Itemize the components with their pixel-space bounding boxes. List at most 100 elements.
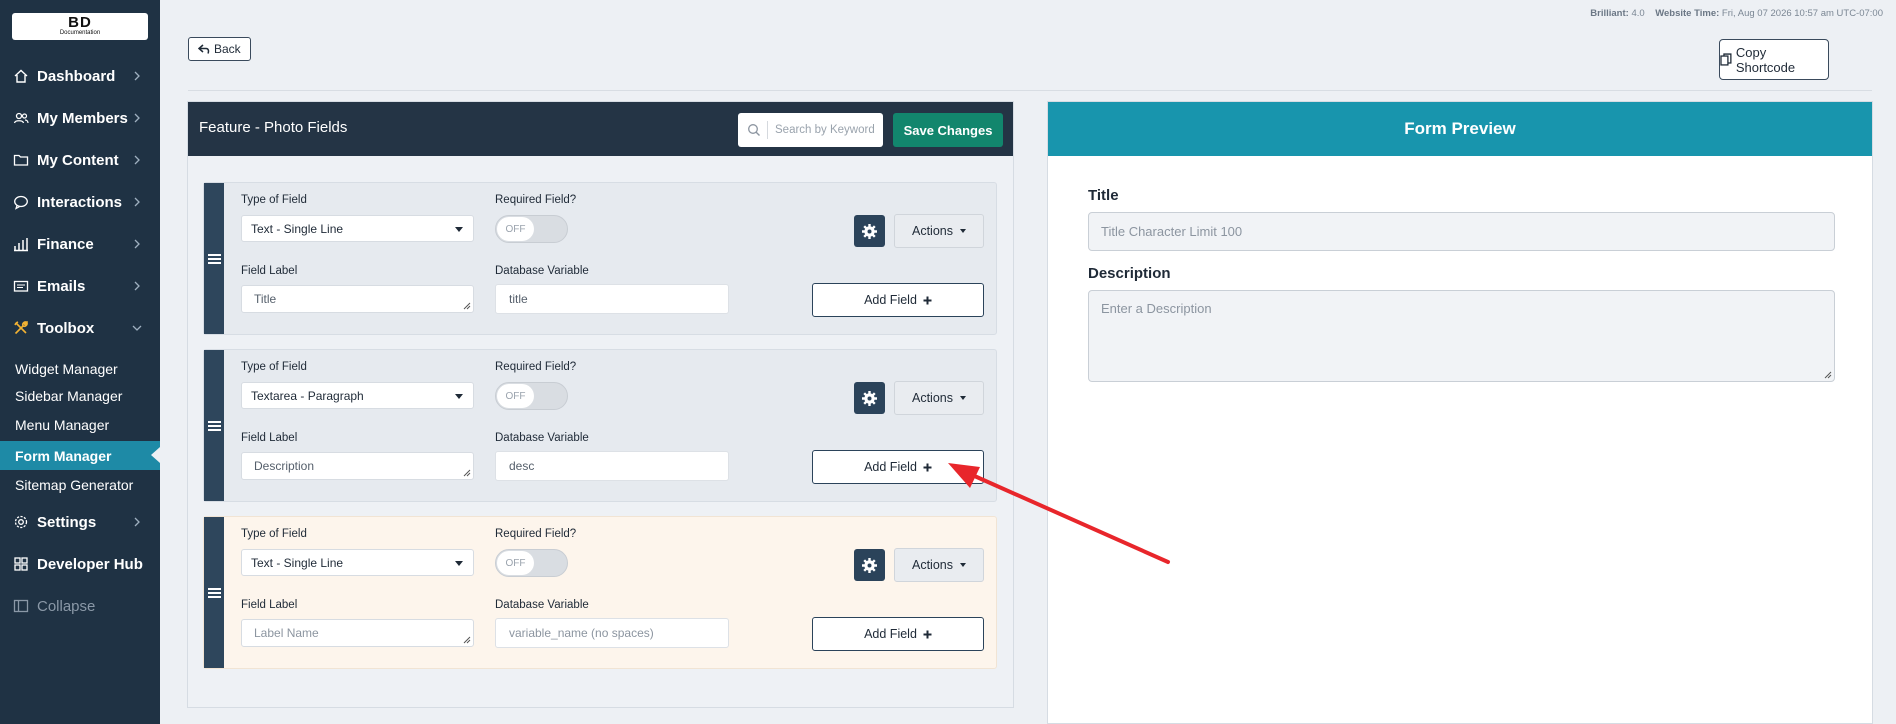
sidebar-item-label: Settings: [37, 513, 97, 531]
field-settings-button[interactable]: [854, 215, 885, 247]
sidebar-subitem-sidebar-manager[interactable]: Sidebar Manager: [0, 382, 160, 410]
copy-icon: [1720, 53, 1732, 66]
add-field-button[interactable]: Add Field: [812, 283, 984, 317]
chevron-right-icon: [134, 517, 140, 527]
sidebar-item-my-members[interactable]: My Members: [0, 101, 160, 135]
actions-label: Actions: [912, 224, 953, 238]
database-variable-input[interactable]: title: [495, 284, 729, 314]
add-field-label: Add Field: [864, 460, 917, 474]
resize-grip-icon: [463, 636, 471, 644]
toggle-knob: OFF: [497, 551, 534, 575]
chevron-right-icon: [134, 197, 140, 207]
copy-shortcode-button[interactable]: Copy Shortcode: [1719, 39, 1829, 80]
drag-handle[interactable]: [204, 517, 224, 668]
plus-icon: [923, 463, 932, 471]
sidebar-subitem-widget-manager[interactable]: Widget Manager: [0, 355, 160, 383]
database-variable-value: desc: [509, 459, 535, 473]
required-toggle[interactable]: OFF: [495, 215, 568, 243]
field-row-new: Type of Field Required Field? Text - Sin…: [203, 516, 997, 669]
tools-icon: [13, 320, 29, 336]
resize-grip-icon: [1824, 371, 1832, 379]
sidebar-item-label: My Content: [37, 151, 119, 169]
back-button[interactable]: Back: [188, 37, 251, 61]
search-input[interactable]: Search by Keyword: [738, 113, 883, 147]
toggle-knob: OFF: [497, 217, 534, 241]
divider: [188, 90, 1872, 91]
sidebar-item-dashboard[interactable]: Dashboard: [0, 59, 160, 93]
field-label-label: Field Label: [241, 265, 298, 277]
actions-dropdown[interactable]: Actions: [894, 381, 984, 415]
bar-chart-icon: [13, 236, 29, 252]
field-label-input[interactable]: Label Name: [241, 619, 474, 647]
caret-down-icon: [455, 561, 463, 566]
type-of-field-label: Type of Field: [241, 361, 307, 373]
sidebar-subitem-menu-manager[interactable]: Menu Manager: [0, 411, 160, 439]
logo[interactable]: BD Documentation: [12, 13, 148, 40]
sidebar-item-collapse[interactable]: Collapse: [0, 589, 160, 623]
field-settings-button[interactable]: [854, 382, 885, 414]
sidebar-subitem-form-manager[interactable]: Form Manager: [0, 441, 160, 470]
sidebar-item-my-content[interactable]: My Content: [0, 143, 160, 177]
sidebar-item-toolbox[interactable]: Toolbox: [0, 311, 160, 345]
actions-dropdown[interactable]: Actions: [894, 214, 984, 248]
field-type-value: Text - Single Line: [251, 221, 344, 236]
brilliant-label: Brilliant:: [1590, 8, 1629, 19]
chat-icon: [13, 194, 29, 210]
brilliant-value: 4.0: [1631, 8, 1645, 19]
drag-handle[interactable]: [204, 350, 224, 501]
form-preview-panel: Form Preview Title Title Character Limit…: [1047, 101, 1873, 724]
sidebar-item-developer-hub[interactable]: Developer Hub: [0, 547, 160, 581]
sidebar-item-settings[interactable]: Settings: [0, 505, 160, 539]
add-field-button[interactable]: Add Field: [812, 450, 984, 484]
sidebar-item-label: Finance: [37, 235, 94, 253]
field-row: Type of Field Required Field? Textarea -…: [203, 349, 997, 502]
field-label-label: Field Label: [241, 432, 298, 444]
field-type-select[interactable]: Text - Single Line: [241, 549, 474, 576]
sidebar-item-finance[interactable]: Finance: [0, 227, 160, 261]
search-placeholder: Search by Keyword: [775, 124, 875, 136]
search-icon: [748, 124, 760, 136]
field-settings-button[interactable]: [854, 549, 885, 581]
field-type-select[interactable]: Textarea - Paragraph: [241, 382, 474, 409]
field-label-input[interactable]: Description: [241, 452, 474, 480]
sidebar-item-label: Dashboard: [37, 67, 116, 85]
add-field-button[interactable]: Add Field: [812, 617, 984, 651]
drag-handle-icon: [207, 587, 221, 598]
chevron-down-icon: [132, 325, 142, 331]
preview-title-input[interactable]: Title Character Limit 100: [1088, 212, 1835, 251]
sidebar-subitem-sitemap-generator[interactable]: Sitemap Generator: [0, 471, 160, 499]
drag-handle[interactable]: [204, 183, 224, 334]
caret-down-icon: [960, 229, 966, 233]
chevron-right-icon: [134, 113, 140, 123]
form-preview-title: Form Preview: [1048, 102, 1872, 156]
save-changes-button[interactable]: Save Changes: [893, 113, 1003, 147]
caret-down-icon: [960, 563, 966, 567]
database-variable-input[interactable]: desc: [495, 451, 729, 481]
sidebar-item-label: Collapse: [37, 597, 96, 615]
required-toggle[interactable]: OFF: [495, 382, 568, 410]
actions-dropdown[interactable]: Actions: [894, 548, 984, 582]
database-variable-value: title: [509, 292, 528, 306]
sidebar-item-interactions[interactable]: Interactions: [0, 185, 160, 219]
field-label-placeholder: Label Name: [254, 626, 319, 640]
gear-icon: [862, 557, 877, 573]
type-of-field-label: Type of Field: [241, 194, 307, 206]
required-toggle[interactable]: OFF: [495, 549, 568, 577]
sidebar-item-label: Toolbox: [37, 319, 95, 337]
database-variable-input[interactable]: variable_name (no spaces): [495, 618, 729, 648]
type-of-field-label: Type of Field: [241, 528, 307, 540]
preview-description-placeholder: Enter a Description: [1101, 301, 1212, 316]
drag-handle-icon: [207, 420, 221, 431]
resize-grip-icon: [463, 469, 471, 477]
field-type-select[interactable]: Text - Single Line: [241, 215, 474, 242]
website-time-value: Fri, Aug 07 2026 10:57 am UTC-07:00: [1721, 8, 1883, 19]
toggle-knob: OFF: [497, 384, 534, 408]
field-label-input[interactable]: Title: [241, 285, 474, 313]
logo-text: BD: [68, 14, 92, 31]
preview-description-textarea[interactable]: Enter a Description: [1088, 290, 1835, 382]
logo-subtext: Documentation: [59, 30, 101, 36]
caret-down-icon: [960, 396, 966, 400]
back-button-label: Back: [214, 42, 241, 56]
drag-handle-icon: [207, 253, 221, 264]
sidebar-item-emails[interactable]: Emails: [0, 269, 160, 303]
